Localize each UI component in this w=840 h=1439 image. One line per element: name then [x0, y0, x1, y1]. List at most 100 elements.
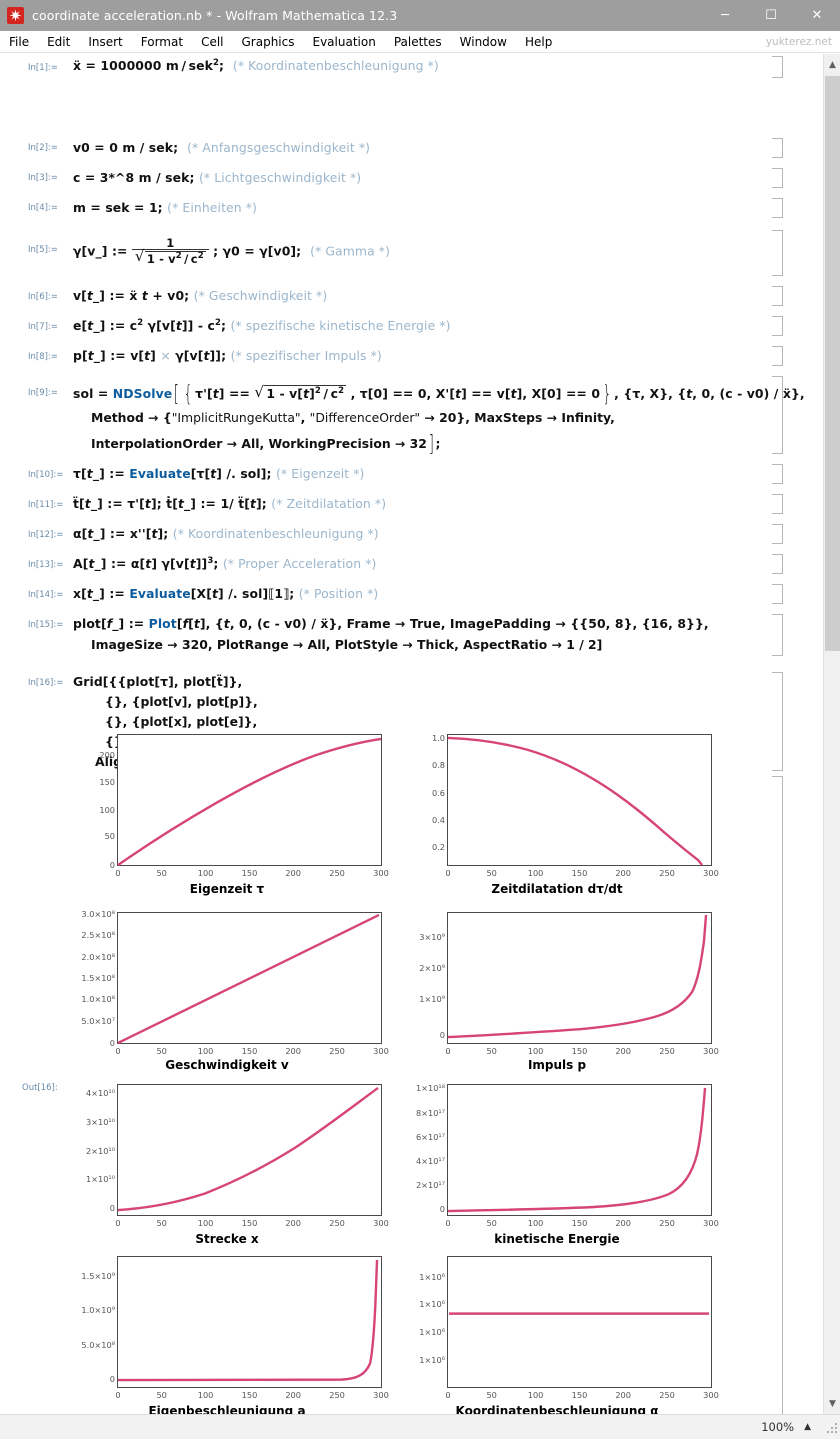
ytick: 2×10¹⁷	[415, 1180, 445, 1191]
close-button[interactable]: ✕	[794, 0, 840, 31]
cell-bracket[interactable]	[772, 198, 783, 218]
menu-evaluation[interactable]: Evaluation	[304, 32, 385, 52]
ytick: 3.0×10⁸	[81, 909, 115, 920]
curve-path	[118, 1085, 381, 1215]
xtick: 0	[115, 868, 121, 878]
curve-path	[118, 735, 381, 865]
vertical-scrollbar[interactable]: ▲ ▼	[823, 54, 840, 1414]
plot-frame: 0 1×10⁹ 2×10⁹ 3×10⁹ 0 50 100 150 200 250…	[419, 912, 719, 1056]
in-label-9: In[9]:=	[28, 388, 58, 398]
cell-bracket[interactable]	[772, 230, 783, 276]
curve-path	[448, 913, 711, 1043]
cell-bracket[interactable]	[772, 168, 783, 188]
menu-cell[interactable]: Cell	[192, 32, 232, 52]
code-line-9a: sol = NDSolve[{τ'[t] == 1 - v[t]2 / c2 ,…	[73, 382, 805, 407]
xtick: 0	[115, 1218, 121, 1228]
code-line-12: α[t_] := x''[t]; (* Koordinatenbeschleun…	[73, 526, 379, 541]
menu-format[interactable]: Format	[132, 32, 192, 52]
cell-bracket[interactable]	[772, 672, 783, 771]
plot-frame: 1×10⁶ 1×10⁶ 1×10⁶ 1×10⁶ 0 50 100 150 200…	[419, 1256, 719, 1400]
ytick: 2×10¹⁰	[85, 1145, 115, 1156]
cell-bracket[interactable]	[772, 376, 783, 454]
curve-path	[448, 1085, 711, 1215]
menu-palettes[interactable]: Palettes	[385, 32, 451, 52]
maximize-button[interactable]: ☐	[748, 0, 794, 31]
xtick: 200	[615, 1390, 631, 1400]
menu-window[interactable]: Window	[451, 32, 516, 52]
cell-bracket[interactable]	[772, 554, 783, 574]
xtick: 0	[445, 1390, 451, 1400]
in-label-12: In[12]:=	[28, 530, 64, 540]
xtick: 250	[659, 1218, 675, 1228]
code-line-4: m = sek = 1; (* Einheiten *)	[73, 200, 257, 215]
xtick: 200	[285, 868, 301, 878]
ytick: 1×10⁶	[419, 1354, 445, 1365]
cell-bracket[interactable]	[772, 584, 783, 604]
cell-bracket[interactable]	[772, 494, 783, 514]
gamma-fraction: 1 1 - v2 / c2	[131, 237, 209, 265]
xtick: 0	[445, 1218, 451, 1228]
ytick: 1×10⁶	[419, 1326, 445, 1337]
notebook-paper: In[1]:= ẍ = 1000000 m / sek2; (* Koordin…	[0, 54, 805, 1414]
cell-bracket[interactable]	[772, 316, 783, 336]
xtick: 50	[486, 1390, 497, 1400]
xtick: 250	[329, 1046, 345, 1056]
xtick: 150	[571, 868, 588, 878]
plot-strecke: 0 1×10¹⁰ 2×10¹⁰ 3×10¹⁰ 4×10¹⁰ 0 50 100 1…	[62, 1078, 392, 1254]
in-label-6: In[6]:=	[28, 292, 58, 302]
cell-bracket[interactable]	[772, 286, 783, 306]
cell-bracket[interactable]	[772, 346, 783, 366]
status-bar: 100% ▲	[0, 1414, 840, 1439]
xtick: 200	[285, 1046, 301, 1056]
cell-bracket-output[interactable]	[772, 776, 783, 1414]
xtick: 300	[703, 1046, 719, 1056]
cell-bracket[interactable]	[772, 138, 783, 158]
ytick: 5.0×10⁷	[81, 1015, 115, 1026]
scrollbar-thumb[interactable]	[825, 76, 840, 651]
xtick: 100	[197, 868, 214, 878]
ytick: 4×10¹⁷	[415, 1156, 445, 1167]
plot-title: Geschwindigkeit v	[165, 1058, 289, 1072]
plot-title: Eigenbeschleunigung a	[148, 1404, 306, 1414]
curve-path	[118, 913, 381, 1043]
xtick: 250	[329, 868, 345, 878]
zoom-arrow-icon[interactable]: ▲	[804, 1422, 811, 1432]
ytick: 0	[109, 860, 115, 870]
ytick: 1.5×10⁹	[81, 1270, 115, 1281]
cell-bracket[interactable]	[772, 614, 783, 656]
menu-edit[interactable]: Edit	[38, 32, 79, 52]
in-label-15: In[15]:=	[28, 620, 64, 630]
xtick: 150	[571, 1390, 588, 1400]
code-line-1: ẍ = 1000000 m / sek2; (* Koordinatenbesc…	[73, 58, 439, 74]
xtick: 150	[571, 1046, 588, 1056]
zoom-level[interactable]: 100%	[761, 1420, 794, 1434]
xtick: 250	[659, 868, 675, 878]
ytick: 0.2	[431, 842, 445, 853]
ytick: 0	[439, 1029, 445, 1040]
resize-grip-icon[interactable]	[825, 1421, 837, 1433]
xtick: 150	[241, 868, 258, 878]
minimize-button[interactable]: ─	[702, 0, 748, 31]
notebook-canvas[interactable]: In[1]:= ẍ = 1000000 m / sek2; (* Koordin…	[0, 54, 840, 1414]
cell-bracket[interactable]	[772, 524, 783, 544]
plot-frame: 0 5.0×10⁸ 1.0×10⁹ 1.5×10⁹ 0 50 100 150 2…	[81, 1256, 389, 1400]
scroll-up-icon[interactable]: ▲	[824, 54, 840, 75]
code-line-13: A[t_] := α[t] γ[v[t]]3; (* Proper Accele…	[73, 556, 377, 572]
xtick: 150	[241, 1218, 258, 1228]
xtick: 100	[527, 1390, 544, 1400]
code-line-6: v[t_] := ẍ t + v0; (* Geschwindigkeit *)	[73, 288, 328, 303]
menu-graphics[interactable]: Graphics	[233, 32, 304, 52]
xtick: 250	[659, 1046, 675, 1056]
menu-file[interactable]: File	[0, 32, 38, 52]
menu-help[interactable]: Help	[516, 32, 561, 52]
cell-bracket[interactable]	[772, 464, 783, 484]
plot-energie: 0 2×10¹⁷ 4×10¹⁷ 6×10¹⁷ 8×10¹⁷ 1×10¹⁸ 0 5…	[392, 1078, 722, 1254]
plot-title: Impuls p	[527, 1058, 587, 1072]
menu-insert[interactable]: Insert	[79, 32, 131, 52]
ytick: 200	[99, 749, 115, 760]
plot-eigenbeschleunigung: 0 5.0×10⁸ 1.0×10⁹ 1.5×10⁹ 0 50 100 150 2…	[62, 1250, 392, 1414]
xtick: 0	[115, 1390, 121, 1400]
scroll-down-icon[interactable]: ▼	[824, 1393, 840, 1414]
in-label-11: In[11]:=	[28, 500, 64, 510]
cell-bracket[interactable]	[772, 56, 783, 78]
